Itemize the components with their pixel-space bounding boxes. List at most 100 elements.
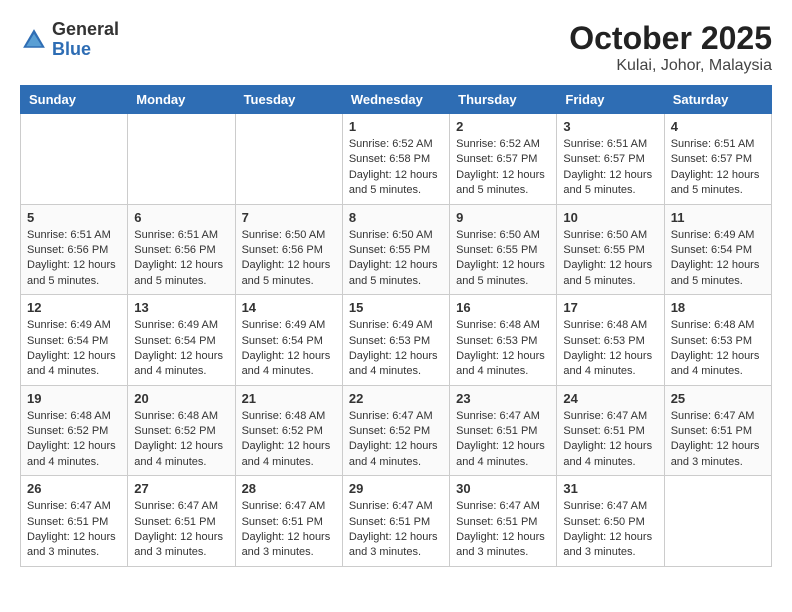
day-number: 1 <box>349 119 443 134</box>
calendar-cell: 8Sunrise: 6:50 AM Sunset: 6:55 PM Daylig… <box>342 204 449 295</box>
cell-info: Sunrise: 6:48 AM Sunset: 6:52 PM Dayligh… <box>242 409 336 471</box>
cell-info: Sunrise: 6:47 AM Sunset: 6:52 PM Dayligh… <box>349 409 443 471</box>
calendar-cell: 10Sunrise: 6:50 AM Sunset: 6:55 PM Dayli… <box>557 204 664 295</box>
day-number: 4 <box>671 119 765 134</box>
day-number: 11 <box>671 210 765 225</box>
day-number: 14 <box>242 300 336 315</box>
calendar-day-header: Monday <box>128 86 235 114</box>
day-number: 18 <box>671 300 765 315</box>
day-number: 19 <box>27 391 121 406</box>
logo: General Blue <box>20 20 119 60</box>
calendar-cell: 26Sunrise: 6:47 AM Sunset: 6:51 PM Dayli… <box>21 476 128 567</box>
calendar-cell: 27 Sunrise: 6:47 AM Sunset: 6:51 PM Dayli… <box>128 476 235 567</box>
calendar-day-header: Tuesday <box>235 86 342 114</box>
day-number: 15 <box>349 300 443 315</box>
logo-text: General Blue <box>52 20 119 60</box>
cell-info: Sunrise: 6:47 AM Sunset: 6:50 PM Dayligh… <box>563 499 657 561</box>
calendar-day-header: Sunday <box>21 86 128 114</box>
day-number: 9 <box>456 210 550 225</box>
calendar-cell: 17 Sunrise: 6:48 AM Sunset: 6:53 PM Dayli… <box>557 295 664 386</box>
calendar-cell: 16 Sunrise: 6:48 AM Sunset: 6:53 PM Dayli… <box>450 295 557 386</box>
location-title: Kulai, Johor, Malaysia <box>569 57 772 75</box>
calendar-cell: 3 Sunrise: 6:51 AM Sunset: 6:57 PM Daylig… <box>557 114 664 205</box>
cell-info: Sunrise: 6:48 AM Sunset: 6:53 PM Dayligh… <box>456 318 550 380</box>
calendar-cell: 25 Sunrise: 6:47 AM Sunset: 6:51 PM Dayli… <box>664 385 771 476</box>
cell-info: Sunrise: 6:51 AM Sunset: 6:57 PM Dayligh… <box>563 137 657 199</box>
cell-info: Sunrise: 6:51 AM Sunset: 6:56 PM Dayligh… <box>27 228 121 290</box>
calendar-cell: 30 Sunrise: 6:47 AM Sunset: 6:51 PM Dayli… <box>450 476 557 567</box>
day-number: 30 <box>456 481 550 496</box>
calendar-header-row: SundayMondayTuesdayWednesdayThursdayFrid… <box>21 86 772 114</box>
calendar-cell: 12 Sunrise: 6:49 AM Sunset: 6:54 PM Dayli… <box>21 295 128 386</box>
cell-info: Sunrise: 6:51 AM Sunset: 6:57 PM Dayligh… <box>671 137 765 199</box>
day-number: 25 <box>671 391 765 406</box>
logo-blue-text: Blue <box>52 39 91 59</box>
calendar-week-row: 5 Sunrise: 6:51 AM Sunset: 6:56 PM Daylig… <box>21 204 772 295</box>
day-number: 23 <box>456 391 550 406</box>
cell-info: Sunrise: 6:47 AM Sunset: 6:51 PM Dayligh… <box>456 499 550 561</box>
day-number: 16 <box>456 300 550 315</box>
calendar-day-header: Friday <box>557 86 664 114</box>
day-number: 12 <box>27 300 121 315</box>
day-number: 22 <box>349 391 443 406</box>
calendar-cell: 19Sunrise: 6:48 AM Sunset: 6:52 PM Dayli… <box>21 385 128 476</box>
calendar-cell: 11 Sunrise: 6:49 AM Sunset: 6:54 PM Dayli… <box>664 204 771 295</box>
calendar-day-header: Thursday <box>450 86 557 114</box>
cell-info: Sunrise: 6:49 AM Sunset: 6:54 PM Dayligh… <box>134 318 228 380</box>
cell-info: Sunrise: 6:47 AM Sunset: 6:51 PM Dayligh… <box>671 409 765 471</box>
cell-info: Sunrise: 6:48 AM Sunset: 6:53 PM Dayligh… <box>563 318 657 380</box>
calendar-cell: 31 Sunrise: 6:47 AM Sunset: 6:50 PM Dayli… <box>557 476 664 567</box>
calendar-cell <box>664 476 771 567</box>
cell-info: Sunrise: 6:50 AM Sunset: 6:55 PM Dayligh… <box>456 228 550 290</box>
cell-info: Sunrise: 6:48 AM Sunset: 6:53 PM Dayligh… <box>671 318 765 380</box>
calendar-cell: 6Sunrise: 6:51 AM Sunset: 6:56 PM Daylig… <box>128 204 235 295</box>
calendar-cell: 14 Sunrise: 6:49 AM Sunset: 6:54 PM Dayli… <box>235 295 342 386</box>
day-number: 21 <box>242 391 336 406</box>
calendar-cell <box>128 114 235 205</box>
calendar-day-header: Saturday <box>664 86 771 114</box>
cell-info: Sunrise: 6:52 AM Sunset: 6:58 PM Dayligh… <box>349 137 443 199</box>
day-number: 2 <box>456 119 550 134</box>
day-number: 31 <box>563 481 657 496</box>
cell-info: Sunrise: 6:47 AM Sunset: 6:51 PM Dayligh… <box>242 499 336 561</box>
day-number: 28 <box>242 481 336 496</box>
day-number: 8 <box>349 210 443 225</box>
cell-info: Sunrise: 6:48 AM Sunset: 6:52 PM Dayligh… <box>134 409 228 471</box>
day-number: 29 <box>349 481 443 496</box>
day-number: 24 <box>563 391 657 406</box>
calendar-cell: 23 Sunrise: 6:47 AM Sunset: 6:51 PM Dayli… <box>450 385 557 476</box>
calendar-week-row: 1 Sunrise: 6:52 AM Sunset: 6:58 PM Daylig… <box>21 114 772 205</box>
calendar-cell: 24 Sunrise: 6:47 AM Sunset: 6:51 PM Dayli… <box>557 385 664 476</box>
calendar-cell: 29Sunrise: 6:47 AM Sunset: 6:51 PM Dayli… <box>342 476 449 567</box>
cell-info: Sunrise: 6:49 AM Sunset: 6:54 PM Dayligh… <box>242 318 336 380</box>
calendar-cell: 21 Sunrise: 6:48 AM Sunset: 6:52 PM Dayli… <box>235 385 342 476</box>
calendar-day-header: Wednesday <box>342 86 449 114</box>
day-number: 27 <box>134 481 228 496</box>
cell-info: Sunrise: 6:50 AM Sunset: 6:56 PM Dayligh… <box>242 228 336 290</box>
cell-info: Sunrise: 6:47 AM Sunset: 6:51 PM Dayligh… <box>27 499 121 561</box>
calendar-cell: 5 Sunrise: 6:51 AM Sunset: 6:56 PM Daylig… <box>21 204 128 295</box>
calendar-cell: 20Sunrise: 6:48 AM Sunset: 6:52 PM Dayli… <box>128 385 235 476</box>
cell-info: Sunrise: 6:47 AM Sunset: 6:51 PM Dayligh… <box>134 499 228 561</box>
day-number: 3 <box>563 119 657 134</box>
cell-info: Sunrise: 6:47 AM Sunset: 6:51 PM Dayligh… <box>456 409 550 471</box>
day-number: 5 <box>27 210 121 225</box>
calendar-cell: 1 Sunrise: 6:52 AM Sunset: 6:58 PM Daylig… <box>342 114 449 205</box>
cell-info: Sunrise: 6:49 AM Sunset: 6:54 PM Dayligh… <box>27 318 121 380</box>
day-number: 7 <box>242 210 336 225</box>
cell-info: Sunrise: 6:49 AM Sunset: 6:54 PM Dayligh… <box>671 228 765 290</box>
calendar-cell: 9 Sunrise: 6:50 AM Sunset: 6:55 PM Daylig… <box>450 204 557 295</box>
calendar-table: SundayMondayTuesdayWednesdayThursdayFrid… <box>20 85 772 567</box>
calendar-cell: 15 Sunrise: 6:49 AM Sunset: 6:53 PM Dayli… <box>342 295 449 386</box>
calendar-cell: 28 Sunrise: 6:47 AM Sunset: 6:51 PM Dayli… <box>235 476 342 567</box>
calendar-cell: 2Sunrise: 6:52 AM Sunset: 6:57 PM Daylig… <box>450 114 557 205</box>
cell-info: Sunrise: 6:49 AM Sunset: 6:53 PM Dayligh… <box>349 318 443 380</box>
cell-info: Sunrise: 6:47 AM Sunset: 6:51 PM Dayligh… <box>563 409 657 471</box>
calendar-cell: 4 Sunrise: 6:51 AM Sunset: 6:57 PM Daylig… <box>664 114 771 205</box>
month-title: October 2025 <box>569 20 772 57</box>
calendar-week-row: 12 Sunrise: 6:49 AM Sunset: 6:54 PM Dayli… <box>21 295 772 386</box>
calendar-cell <box>21 114 128 205</box>
title-area: October 2025 Kulai, Johor, Malaysia <box>569 20 772 75</box>
calendar-cell: 7 Sunrise: 6:50 AM Sunset: 6:56 PM Daylig… <box>235 204 342 295</box>
day-number: 17 <box>563 300 657 315</box>
